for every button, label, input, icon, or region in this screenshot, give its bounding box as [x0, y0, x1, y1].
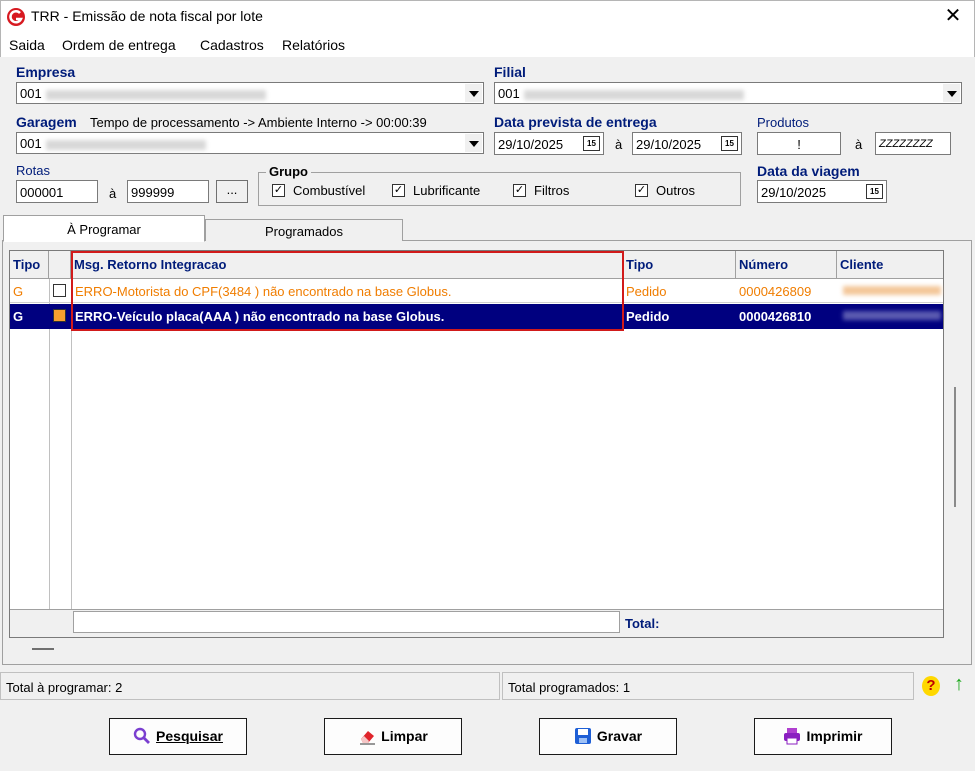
- garagem-value: 001: [20, 136, 42, 151]
- status-total-a-programar: Total à programar: 2: [0, 672, 500, 700]
- produtos-from-field[interactable]: !: [757, 132, 841, 155]
- produtos-sep: à: [855, 137, 863, 152]
- combustivel-label: Combustível: [293, 183, 366, 198]
- help-icon[interactable]: ?: [922, 676, 940, 696]
- processing-time-text: Tempo de processamento -> Ambiente Inter…: [90, 115, 427, 130]
- filial-combo[interactable]: 001: [494, 82, 962, 104]
- footer-summary-field: [73, 611, 620, 633]
- filial-value: 001: [498, 86, 520, 101]
- data-prevista-to-value: 29/10/2025: [636, 137, 702, 152]
- window-title: TRR - Emissão de nota fiscal por lote: [31, 8, 263, 24]
- chevron-down-icon[interactable]: [943, 84, 960, 102]
- vertical-scrollbar[interactable]: [954, 387, 956, 507]
- garagem-label: Garagem: [16, 114, 77, 130]
- row2-numero: 0000426810: [739, 309, 812, 324]
- empresa-label: Empresa: [16, 64, 76, 80]
- row2-status-checkbox[interactable]: [53, 309, 66, 322]
- tab-programados[interactable]: Programados: [205, 219, 403, 241]
- filial-label: Filial: [494, 64, 526, 80]
- data-viagem-field[interactable]: 29/10/2025 15: [757, 180, 887, 203]
- empresa-combo[interactable]: 001: [16, 82, 484, 104]
- calendar-icon[interactable]: 15: [866, 184, 883, 199]
- imprimir-label: Imprimir: [806, 728, 863, 744]
- data-prevista-from-value: 29/10/2025: [498, 137, 564, 152]
- limpar-button[interactable]: Limpar: [324, 718, 462, 755]
- row2-cliente-redacted: [843, 311, 941, 320]
- outros-checkbox[interactable]: ✓: [635, 184, 648, 197]
- row1-status-checkbox[interactable]: [53, 284, 66, 297]
- col-header-cliente[interactable]: Cliente: [837, 251, 943, 279]
- search-icon: [133, 728, 151, 745]
- data-prevista-sep: à: [615, 137, 623, 152]
- imprimir-button[interactable]: Imprimir: [754, 718, 892, 755]
- combustivel-checkbox[interactable]: ✓: [272, 184, 285, 197]
- arrow-up-icon[interactable]: ↑: [950, 673, 968, 695]
- eraser-icon: [360, 731, 376, 745]
- rotas-to-field[interactable]: 999999: [127, 180, 209, 203]
- rotas-label: Rotas: [16, 163, 50, 178]
- chevron-down-icon[interactable]: [465, 84, 482, 102]
- horizontal-scrollbar[interactable]: [32, 648, 54, 650]
- data-prevista-from-field[interactable]: 29/10/2025 15: [494, 132, 604, 155]
- row1-tipo2: Pedido: [626, 284, 667, 299]
- garagem-combo[interactable]: 001: [16, 132, 484, 154]
- status-total-programados: Total programados: 1: [502, 672, 914, 700]
- row2-tipo: G: [13, 309, 24, 324]
- menu-ordem-de-entrega[interactable]: Ordem de entrega: [62, 37, 176, 53]
- menu-relatorios[interactable]: Relatórios: [282, 37, 345, 53]
- filtros-label: Filtros: [534, 183, 570, 198]
- menu-saida[interactable]: Saida: [9, 37, 45, 53]
- menu-cadastros[interactable]: Cadastros: [200, 37, 264, 53]
- data-prevista-to-field[interactable]: 29/10/2025 15: [632, 132, 742, 155]
- row1-cliente-redacted: [843, 286, 941, 295]
- calendar-icon[interactable]: 15: [583, 136, 600, 151]
- data-prevista-label: Data prevista de entrega: [494, 114, 657, 130]
- lubrificante-checkbox[interactable]: ✓: [392, 184, 405, 197]
- col-header-numero[interactable]: Número: [736, 251, 837, 279]
- save-disk-icon: [574, 728, 591, 745]
- tab-a-programar[interactable]: À Programar: [3, 215, 205, 242]
- pesquisar-label: Pesquisar: [156, 728, 223, 744]
- empresa-value: 001: [20, 86, 42, 101]
- pesquisar-button[interactable]: Pesquisar: [109, 718, 247, 755]
- close-button[interactable]: ✕: [938, 4, 968, 30]
- col-header-flag[interactable]: [49, 251, 71, 279]
- col-header-tipo2[interactable]: Tipo: [623, 251, 736, 279]
- filtros-checkbox[interactable]: ✓: [513, 184, 526, 197]
- lubrificante-label: Lubrificante: [413, 183, 481, 198]
- rotas-from-field[interactable]: 000001: [16, 180, 98, 203]
- total-label: Total:: [625, 616, 660, 631]
- highlight-box: [71, 251, 624, 331]
- chevron-down-icon[interactable]: [465, 134, 482, 152]
- produtos-to-field[interactable]: ZZZZZZZZ: [875, 132, 951, 155]
- app-logo-icon: [7, 8, 25, 26]
- row2-tipo2: Pedido: [626, 309, 670, 324]
- limpar-label: Limpar: [381, 728, 428, 744]
- rotas-lookup-button[interactable]: ...: [216, 180, 248, 203]
- produtos-label: Produtos: [757, 115, 810, 130]
- col-header-tipo[interactable]: Tipo: [10, 251, 49, 279]
- row1-tipo: G: [13, 284, 24, 299]
- data-viagem-value: 29/10/2025: [761, 185, 827, 200]
- outros-label: Outros: [656, 183, 696, 198]
- gravar-label: Gravar: [596, 728, 643, 744]
- grupo-label: Grupo: [266, 164, 311, 179]
- printer-icon: [784, 728, 801, 745]
- data-viagem-label: Data da viagem: [757, 163, 860, 179]
- rotas-sep: à: [109, 186, 117, 201]
- gravar-button[interactable]: Gravar: [539, 718, 677, 755]
- results-grid[interactable]: Tipo Msg. Retorno Integracao Tipo Número…: [9, 250, 956, 638]
- calendar-icon[interactable]: 15: [721, 136, 738, 151]
- row1-numero: 0000426809: [739, 284, 812, 299]
